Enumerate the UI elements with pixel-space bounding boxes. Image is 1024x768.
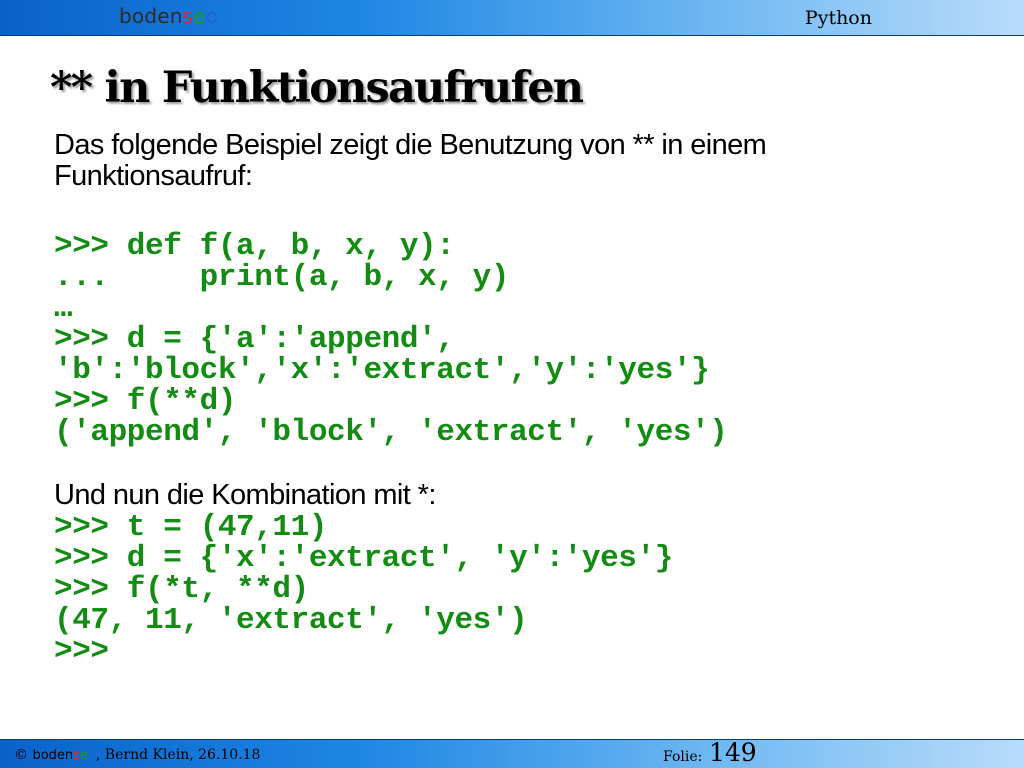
logo-letter-e: e (193, 4, 206, 28)
code-line: ... print(a, b, x, y) (54, 260, 510, 295)
code-line: ('append', 'block', 'extract', 'yes') (54, 415, 728, 450)
code-block-1: >>> def f(a, b, x, y): ... print(a, b, x… (54, 231, 728, 448)
code-line: >>> d = {'x':'extract', 'y':'yes'} (54, 541, 673, 576)
combination-text: Und nun die Kombination mit *: (54, 479, 436, 511)
code-line: >>> f(**d) (54, 384, 237, 419)
code-line: … (54, 291, 73, 326)
footer-brand-boden: boden (32, 748, 74, 763)
slide-number-label: Folie: (663, 749, 703, 765)
bodenseo-logo: bodenseo (119, 3, 218, 29)
code-line: >>> d = {'a':'append', (54, 322, 455, 357)
code-line: >>> t = (47,11) (54, 510, 328, 545)
footer-copyright: © bodenseo, Bernd Klein, 26.10.18 (14, 746, 260, 765)
code-line: >>> f(*t, **d) (54, 572, 309, 607)
logo-letter-s: s (182, 4, 194, 28)
slide-title: ** in Funktionsaufrufen (50, 63, 584, 113)
header-bar: bodenseo Python (0, 0, 1024, 36)
code-line: (47, 11, 'extract', 'yes') (54, 603, 528, 638)
copyright-symbol: © (14, 747, 28, 763)
logo-text-boden: boden (119, 4, 183, 28)
slide-number: 149 (709, 738, 757, 767)
header-topic-title: Python (804, 7, 872, 29)
code-line: 'b':'block','x':'extract','y':'yes'} (54, 353, 710, 388)
logo-letter-o: o (205, 4, 219, 28)
footer-brand-o: o (87, 748, 96, 763)
code-line: >>> (54, 634, 109, 669)
footer-bar: © bodenseo, Bernd Klein, 26.10.18 Folie:… (0, 739, 1024, 768)
slide: bodenseo Python ** in Funktionsaufrufen … (0, 0, 1024, 768)
footer-author-date: , Bernd Klein, 26.10.18 (95, 747, 261, 763)
code-line: >>> def f(a, b, x, y): (54, 229, 455, 264)
code-block-2: >>> t = (47,11) >>> d = {'x':'extract', … (54, 512, 673, 667)
footer-brand: bodenseo (32, 748, 95, 763)
footer-brand-s: s (73, 748, 80, 763)
intro-text: Das folgende Beispiel zeigt die Benutzun… (54, 129, 767, 192)
footer-brand-e: e (79, 748, 88, 763)
